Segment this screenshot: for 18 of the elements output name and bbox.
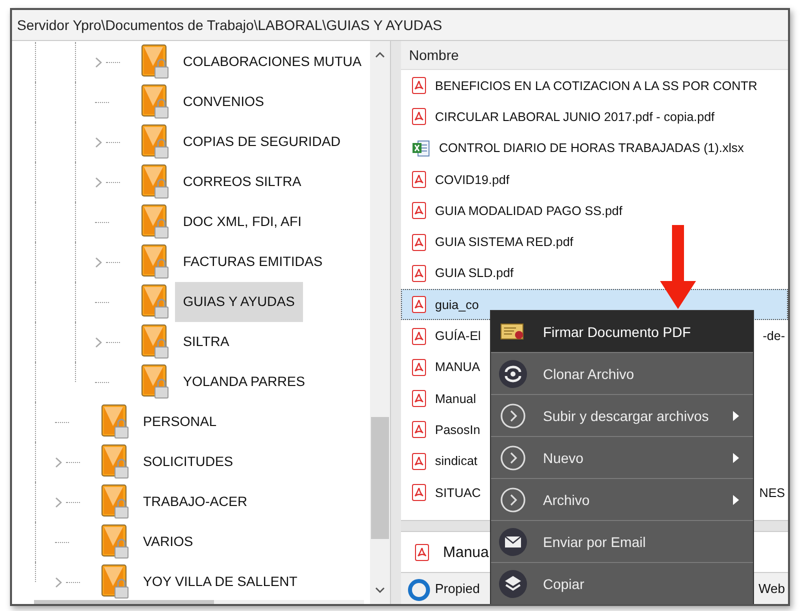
file-name: NES (758, 486, 786, 500)
file-name: Manual (435, 392, 476, 406)
file-name: BENEFICIOS EN LA COTIZACION A LA SS POR CONTR (435, 78, 758, 93)
file-name: -de- (762, 329, 786, 344)
file-name: GUIA MODALIDAD PAGO SS.pdf (435, 204, 622, 218)
file-name: PasosIn (435, 422, 480, 437)
file-name: GUIA SLD.pdf (435, 266, 514, 280)
file-name: MANUA (435, 360, 480, 374)
file-name: SITUAC (435, 486, 481, 500)
file-name: CONTROL DIARIO DE HORAS TRABAJADAS (1).xlsx (439, 141, 744, 156)
file-name: COVID19.pdf (435, 172, 510, 187)
file-name: sindicat (435, 454, 478, 468)
file-name: CIRCULAR LABORAL JUNIO 2017.pdf - copia.pdf (435, 110, 715, 124)
path-bar: Servidor Ypro\Documentos de Trabajo\LABORAL\GUIAS Y AYUDAS (12, 10, 788, 41)
file-name: guia_co (435, 298, 479, 312)
file-name: Manua (443, 544, 489, 560)
file-name: GUÍA-El (435, 329, 481, 344)
file-name: GUIA SISTEMA RED.pdf (435, 235, 574, 250)
